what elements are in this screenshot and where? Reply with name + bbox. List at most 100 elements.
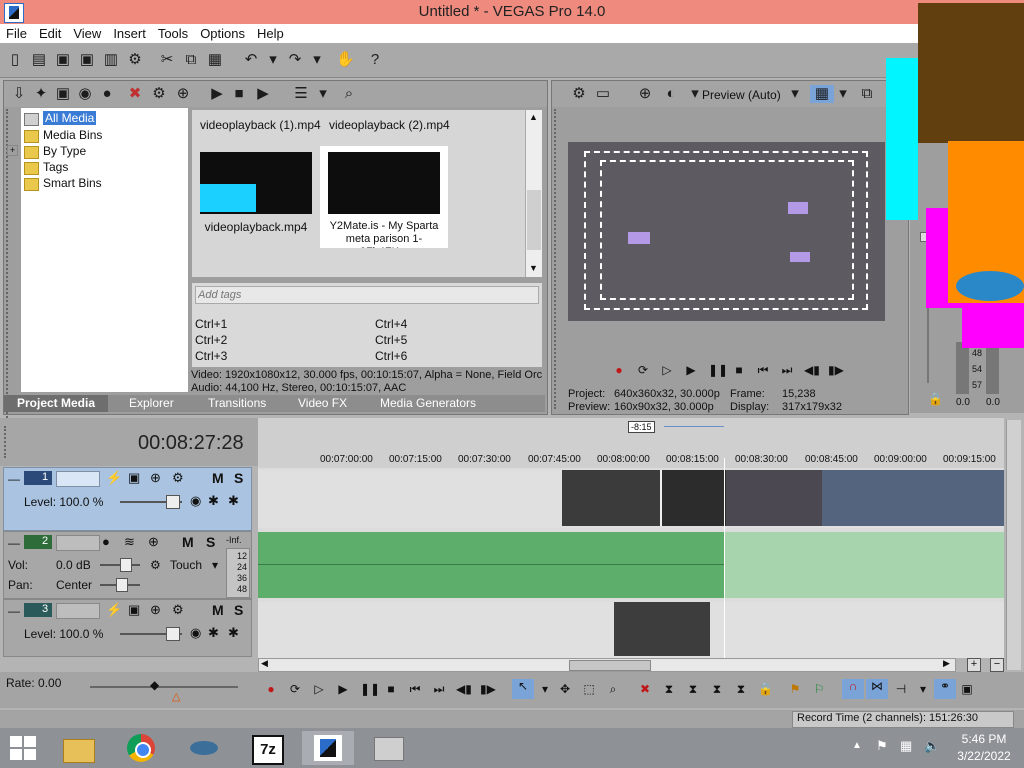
shortcut-ctrl4[interactable]: Ctrl+4 bbox=[375, 317, 407, 331]
lock-envelopes-icon[interactable]: ⚭ bbox=[934, 679, 956, 699]
ignore-grouping-icon[interactable]: ▣ bbox=[960, 682, 974, 696]
arm-record-icon[interactable]: ● bbox=[102, 534, 110, 549]
pause-icon[interactable]: ❚❚ bbox=[360, 682, 380, 696]
undo-dropdown-icon[interactable]: ▾ bbox=[264, 51, 282, 69]
media-item-selected[interactable]: Y2Mate.is - My Sparta meta parison 1-2Fb… bbox=[320, 146, 448, 248]
solo-button[interactable]: S bbox=[234, 470, 243, 486]
previous-frame-icon[interactable]: ◀▮ bbox=[456, 682, 472, 696]
shortcut-ctrl3[interactable]: Ctrl+3 bbox=[195, 349, 227, 363]
capture-icon[interactable]: ✦ bbox=[32, 85, 50, 103]
scroll-down-icon[interactable]: ▼ bbox=[529, 263, 538, 273]
bypass-icon[interactable]: ⊕ bbox=[150, 602, 161, 618]
panel-grip[interactable] bbox=[554, 109, 562, 409]
add-tags-input[interactable] bbox=[195, 286, 539, 304]
automation-icon[interactable]: ⚙ bbox=[150, 558, 161, 572]
properties-icon[interactable]: ⚙ bbox=[126, 51, 144, 69]
mute-button[interactable]: M bbox=[212, 602, 224, 618]
clock-date[interactable]: 3/22/2022 bbox=[954, 749, 1014, 763]
play-icon[interactable]: ▶ bbox=[336, 682, 350, 696]
tool-taskbar-icon[interactable] bbox=[362, 731, 414, 765]
go-to-start-icon[interactable]: ⏮ bbox=[408, 682, 422, 696]
next-frame-icon[interactable]: ▮▶ bbox=[480, 682, 496, 696]
fx-bypass-icon[interactable]: ◐ bbox=[662, 85, 680, 103]
timecode-display[interactable]: 00:08:27:28 bbox=[138, 432, 244, 455]
snapping-icon[interactable]: ∩ bbox=[842, 679, 864, 699]
lock-icon[interactable]: 🔒 bbox=[928, 392, 943, 406]
loop-icon[interactable]: ⟳ bbox=[288, 682, 302, 696]
get-media-icon[interactable]: ▣ bbox=[54, 85, 72, 103]
child-icon[interactable]: ✱ bbox=[228, 625, 239, 641]
trim-end-icon[interactable]: ⧗ bbox=[710, 682, 724, 696]
region-icon[interactable]: ⚐ bbox=[812, 682, 826, 696]
tree-item-tags[interactable]: Tags bbox=[24, 160, 68, 175]
next-frame-icon[interactable]: ▮▶ bbox=[828, 363, 844, 377]
record-icon[interactable]: ● bbox=[612, 363, 626, 377]
split-icon[interactable]: ⧗ bbox=[734, 682, 748, 696]
hand-icon[interactable]: ✋ bbox=[336, 51, 355, 69]
lock-icon[interactable]: 🔒 bbox=[758, 682, 773, 696]
tab-project-media[interactable]: Project Media bbox=[4, 395, 108, 412]
preview-quality-dropdown[interactable]: Preview (Auto) bbox=[702, 88, 781, 102]
solo-button[interactable]: S bbox=[234, 602, 243, 618]
volume-icon[interactable]: 🔈 bbox=[924, 738, 940, 754]
disc-icon[interactable]: ◉ bbox=[76, 85, 94, 103]
paste-icon[interactable]: ▦ bbox=[206, 51, 224, 69]
menu-options[interactable]: Options bbox=[194, 24, 251, 41]
shortcut-ctrl6[interactable]: Ctrl+6 bbox=[375, 349, 407, 363]
ripple-edit-icon[interactable]: ⊣ bbox=[894, 682, 908, 696]
seven-zip-taskbar-icon[interactable]: 7z bbox=[240, 731, 292, 765]
automation-dropdown-icon[interactable]: ▾ bbox=[212, 558, 218, 572]
rate-slider[interactable] bbox=[90, 686, 238, 688]
menu-tools[interactable]: Tools bbox=[152, 24, 194, 41]
go-to-end-icon[interactable]: ⏭ bbox=[432, 682, 446, 696]
play-from-start-icon[interactable]: ▷ bbox=[660, 363, 674, 377]
chrome-taskbar-icon[interactable] bbox=[116, 731, 168, 765]
level-slider-thumb[interactable] bbox=[166, 627, 180, 641]
vertical-scrollbar[interactable]: ▲ ▼ bbox=[525, 110, 542, 277]
video-clip[interactable] bbox=[726, 470, 1004, 526]
track-name-field[interactable] bbox=[56, 603, 100, 619]
external-monitor-icon[interactable]: ▭ bbox=[594, 85, 612, 103]
timeline[interactable]: -8:15 00:07:00:00 00:07:15:00 00:07:30:0… bbox=[258, 418, 1004, 658]
start-button[interactable] bbox=[10, 736, 36, 760]
trim-icon[interactable]: ⧗ bbox=[662, 682, 676, 696]
stop-icon[interactable]: ■ bbox=[732, 363, 746, 377]
automation-mode[interactable]: Touch bbox=[170, 558, 202, 572]
show-hidden-icons[interactable]: ▲ bbox=[852, 740, 862, 751]
minimize-track-icon[interactable]: — bbox=[8, 536, 20, 550]
zoom-in-button[interactable]: + bbox=[967, 658, 981, 672]
open-icon[interactable]: ▤ bbox=[30, 51, 48, 69]
media-item-label[interactable]: videoplayback (1).mp4 bbox=[200, 118, 321, 132]
scroll-up-icon[interactable]: ▲ bbox=[529, 112, 538, 122]
go-to-end-icon[interactable]: ⏭ bbox=[780, 363, 794, 377]
invert-phase-icon[interactable]: ≋ bbox=[124, 534, 135, 550]
zoom-tool-icon[interactable]: ⌕ bbox=[606, 682, 620, 696]
record-icon[interactable]: ● bbox=[264, 682, 278, 696]
app-taskbar-icon[interactable] bbox=[178, 731, 230, 765]
track-header-2[interactable]: — 2 ● ≋ ⊕ M S Vol: 0.0 dB ⚙ Touch ▾ Pan:… bbox=[3, 531, 252, 599]
compositing-icon[interactable]: ⚡ bbox=[106, 470, 122, 486]
compositing-icon[interactable]: ⚡ bbox=[106, 602, 122, 618]
scroll-thumb[interactable] bbox=[569, 660, 651, 671]
play-icon[interactable]: ▶ bbox=[684, 363, 698, 377]
mute-button[interactable]: M bbox=[182, 534, 194, 550]
panel-grip[interactable] bbox=[6, 109, 14, 469]
previous-frame-icon[interactable]: ◀▮ bbox=[804, 363, 820, 377]
help-icon[interactable]: ? bbox=[366, 51, 384, 69]
track-motion-icon[interactable]: ▣ bbox=[128, 470, 140, 486]
views-dropdown-icon[interactable]: ▾ bbox=[314, 85, 332, 103]
quality-dropdown-icon[interactable]: ▾ bbox=[786, 85, 804, 103]
overlays-icon[interactable]: ▦ bbox=[810, 85, 834, 103]
rate-slider-thumb[interactable]: ◆ bbox=[150, 678, 159, 692]
preview-properties-icon[interactable]: ⚙ bbox=[570, 85, 588, 103]
media-fx-icon[interactable]: ⚙ bbox=[150, 85, 168, 103]
import-media-icon[interactable]: ⇩ bbox=[10, 85, 28, 103]
media-item[interactable]: videoplayback.mp4 bbox=[198, 150, 314, 250]
redo-icon[interactable]: ↷ bbox=[286, 51, 304, 69]
composite-mode-icon[interactable]: ◉ bbox=[190, 493, 201, 509]
bypass-icon[interactable]: ⊕ bbox=[150, 470, 161, 486]
track-motion-icon[interactable]: ▣ bbox=[128, 602, 140, 618]
audio-clip[interactable] bbox=[724, 532, 1004, 598]
trim-start-icon[interactable]: ⧗ bbox=[686, 682, 700, 696]
file-explorer-taskbar-icon[interactable] bbox=[52, 731, 104, 765]
